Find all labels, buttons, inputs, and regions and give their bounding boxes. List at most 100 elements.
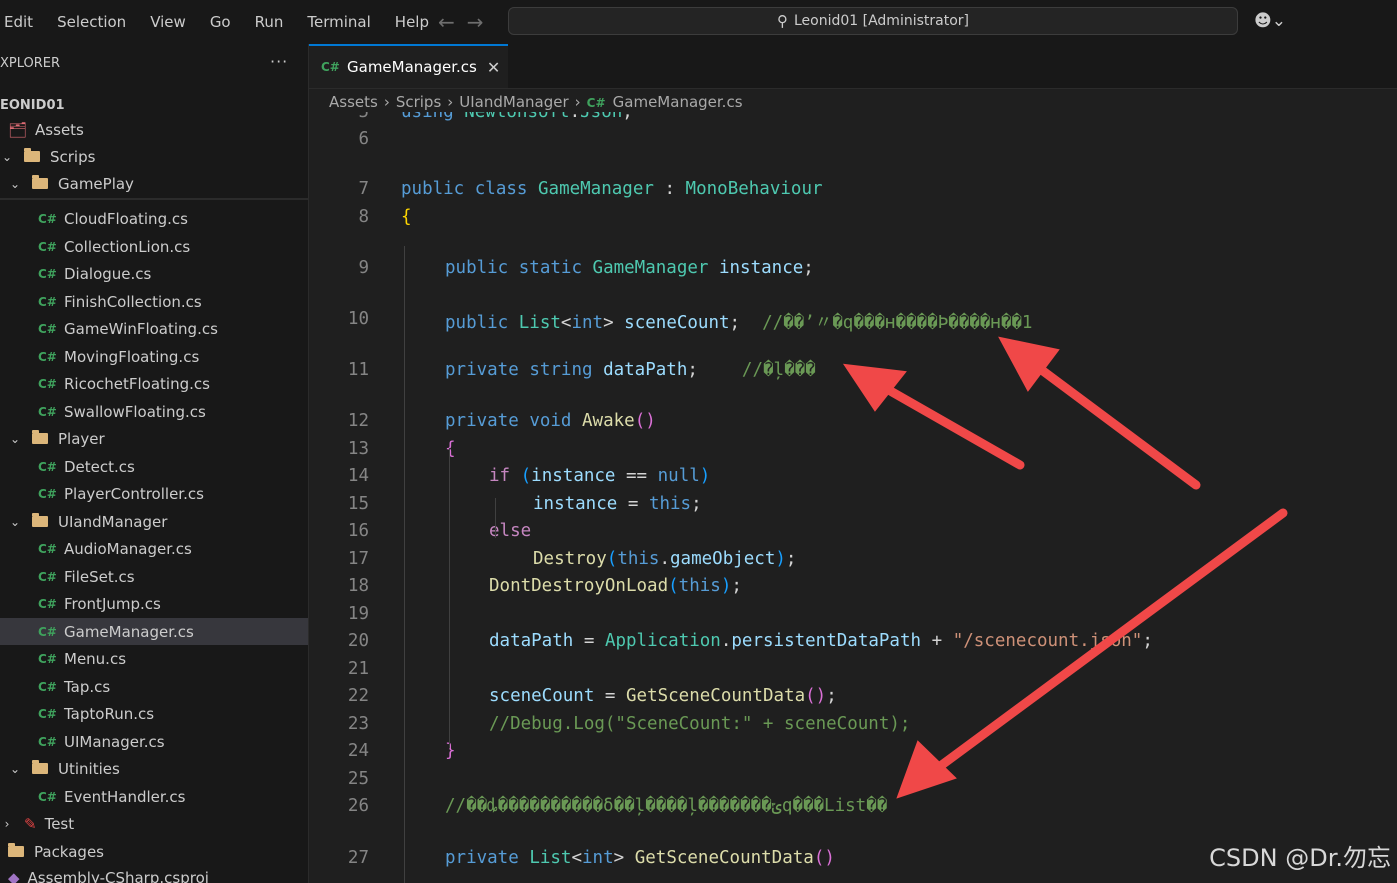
menu-run[interactable]: Run (255, 13, 284, 31)
tree-item[interactable]: C# RicochetFloating.cs (0, 370, 308, 397)
tree-item[interactable]: Packages (0, 838, 308, 865)
code-editor[interactable]: 5 using Newtonsoft.Json; 6 7 public class Ga… (309, 112, 1397, 883)
command-center-search[interactable]: ⚲ Leonid01 [Administrator] (508, 7, 1238, 35)
code-line[interactable]: 12 private void Awake() (309, 411, 1397, 438)
line-number: 15 (347, 494, 369, 514)
tree-item[interactable]: C# Detect.cs (0, 453, 308, 480)
menu-edit[interactable]: Edit (4, 13, 33, 31)
workspace-root[interactable]: EONID01 (0, 92, 308, 119)
tree-item[interactable]: C# CloudFloating.cs (0, 205, 308, 232)
line-number: 10 (347, 309, 369, 329)
tree-item[interactable]: › ✎ Test (0, 810, 308, 837)
csharp-file-icon: C# (38, 404, 57, 419)
menu-help[interactable]: Help (395, 13, 429, 31)
tree-item[interactable]: ◆ Assembly-CSharp.csproj (0, 864, 308, 883)
tree-item[interactable]: C# UIManager.cs (0, 728, 308, 755)
csharp-file-icon: C# (38, 459, 57, 474)
code-line[interactable]: 26 //��ȡ����������δ��ļ����ļ�������ݶq���Li… (309, 796, 1397, 823)
code-line[interactable]: 18 DontDestroyOnLoad(this); (309, 576, 1397, 603)
breadcrumb-item[interactable]: GameManager.cs (613, 93, 743, 111)
code-line[interactable]: 25 (309, 769, 1397, 796)
line-number: 18 (347, 576, 369, 596)
csharp-file-icon: C# (38, 706, 57, 721)
breadcrumb-item[interactable]: Assets (329, 93, 378, 111)
line-number: 6 (358, 129, 369, 149)
csharp-file-icon: C# (38, 789, 57, 804)
close-icon[interactable]: ✕ (487, 58, 500, 77)
tree-item[interactable]: C# AudioManager.cs (0, 535, 308, 562)
tree-item[interactable]: C# Dialogue.cs (0, 260, 308, 287)
code-line[interactable]: 16 else (309, 521, 1397, 548)
csharp-file-icon: C# (38, 376, 57, 391)
code-line[interactable]: 15 instance = this; (309, 494, 1397, 521)
chevron-down-icon[interactable]: ⌄ (8, 177, 22, 191)
code-text: //��ȡ����������δ��ļ����ļ�������ݶq���List… (445, 796, 888, 816)
code-line[interactable]: 22 sceneCount = GetSceneCountData(); (309, 686, 1397, 713)
tree-item[interactable]: C# GameWinFloating.cs (0, 315, 308, 342)
tab-label: GameManager.cs (347, 58, 477, 76)
menu-terminal[interactable]: Terminal (307, 13, 370, 31)
tree-item[interactable]: C# MovingFloating.cs (0, 343, 308, 370)
more-actions-icon[interactable]: ··· (270, 52, 288, 71)
code-line[interactable]: 9 public static GameManager instance; (309, 258, 1397, 285)
code-line[interactable]: 8{ (309, 207, 1397, 234)
line-number: 12 (347, 411, 369, 431)
tree-item[interactable]: C# EventHandler.cs (0, 783, 308, 810)
code-line[interactable]: 19 (309, 604, 1397, 631)
tree-item[interactable]: C# FileSet.cs (0, 563, 308, 590)
code-line[interactable]: 11 private string dataPath;//�ļ��� (309, 360, 1397, 387)
copilot-icon[interactable]: ☻⌄ (1254, 11, 1286, 31)
code-line[interactable]: 14 if (instance == null) (309, 466, 1397, 493)
menu-selection[interactable]: Selection (57, 13, 126, 31)
tree-item[interactable]: C# FinishCollection.cs (0, 288, 308, 315)
code-line[interactable]: 5 using Newtonsoft.Json; (309, 112, 1397, 129)
tab-gamemanager[interactable]: C# GameManager.cs ✕ (309, 44, 508, 88)
code-line[interactable]: 7 public class GameManager : MonoBehaviou… (309, 179, 1397, 206)
tree-item[interactable]: C# Tap.cs (0, 673, 308, 700)
chevron-right-icon[interactable]: › (0, 817, 14, 831)
code-line[interactable]: 24} (309, 741, 1397, 768)
tree-item[interactable]: C# TaptoRun.cs (0, 700, 308, 727)
code-line[interactable]: 10 public List<int> sceneCount;//��’〃�q��… (309, 309, 1397, 336)
code-line[interactable]: 17 Destroy(this.gameObject); (309, 549, 1397, 576)
breadcrumb-item[interactable]: Scrips (396, 93, 441, 111)
folder-icon (32, 175, 48, 189)
chevron-down-icon[interactable]: ⌄ (8, 432, 22, 446)
code-line[interactable]: 20 dataPath = Application.persistentDataP… (309, 631, 1397, 658)
line-number: 23 (347, 714, 369, 734)
tree-item[interactable]: C# GameManager.cs (0, 618, 308, 645)
tree-item[interactable]: C# CollectionLion.cs (0, 233, 308, 260)
chevron-down-icon[interactable]: ⌄ (8, 762, 22, 776)
code-line[interactable]: 6 (309, 129, 1397, 156)
tree-item[interactable]: ⌄ Player (0, 425, 308, 452)
menu-view[interactable]: View (150, 13, 186, 31)
forward-arrow-icon[interactable]: → (467, 10, 496, 34)
tree-item[interactable]: ⌄ Scrips (0, 143, 308, 170)
tree-item[interactable]: ⌄ GamePlay (0, 170, 308, 197)
line-number: 9 (358, 258, 369, 278)
code-line[interactable]: 23 //Debug.Log("SceneCount:" + sceneCount… (309, 714, 1397, 741)
code-line[interactable]: 13 { (309, 439, 1397, 466)
tree-item[interactable]: ⌄ UIandManager (0, 508, 308, 535)
menu-go[interactable]: Go (210, 13, 231, 31)
nav-arrows: ←→ (438, 10, 496, 34)
tree-item[interactable]: ⌄ Utinities (0, 755, 308, 782)
chevron-down-icon[interactable]: ⌄ (0, 150, 14, 164)
folder-icon (24, 148, 40, 162)
line-number: 22 (347, 686, 369, 706)
breadcrumb-item[interactable]: UIandManager (459, 93, 568, 111)
tree-item[interactable]: C# FrontJump.cs (0, 590, 308, 617)
line-number: 26 (347, 796, 369, 816)
tree-item-label: Scrips (50, 147, 96, 166)
tree-item[interactable]: C# PlayerController.cs (0, 480, 308, 507)
tree-item[interactable]: C# Menu.cs (0, 645, 308, 672)
chevron-down-icon[interactable]: ⌄ (8, 515, 22, 529)
back-arrow-icon[interactable]: ← (438, 10, 467, 34)
tree-item[interactable]: 🗂 Assets (0, 116, 308, 143)
code-line[interactable]: 21 (309, 659, 1397, 686)
tree-item[interactable]: C# SwallowFloating.cs (0, 398, 308, 425)
line-number: 11 (347, 360, 369, 380)
search-text: Leonid01 [Administrator] (793, 13, 969, 29)
line-number: 5 (358, 112, 369, 122)
search-icon: ⚲ (776, 12, 788, 30)
